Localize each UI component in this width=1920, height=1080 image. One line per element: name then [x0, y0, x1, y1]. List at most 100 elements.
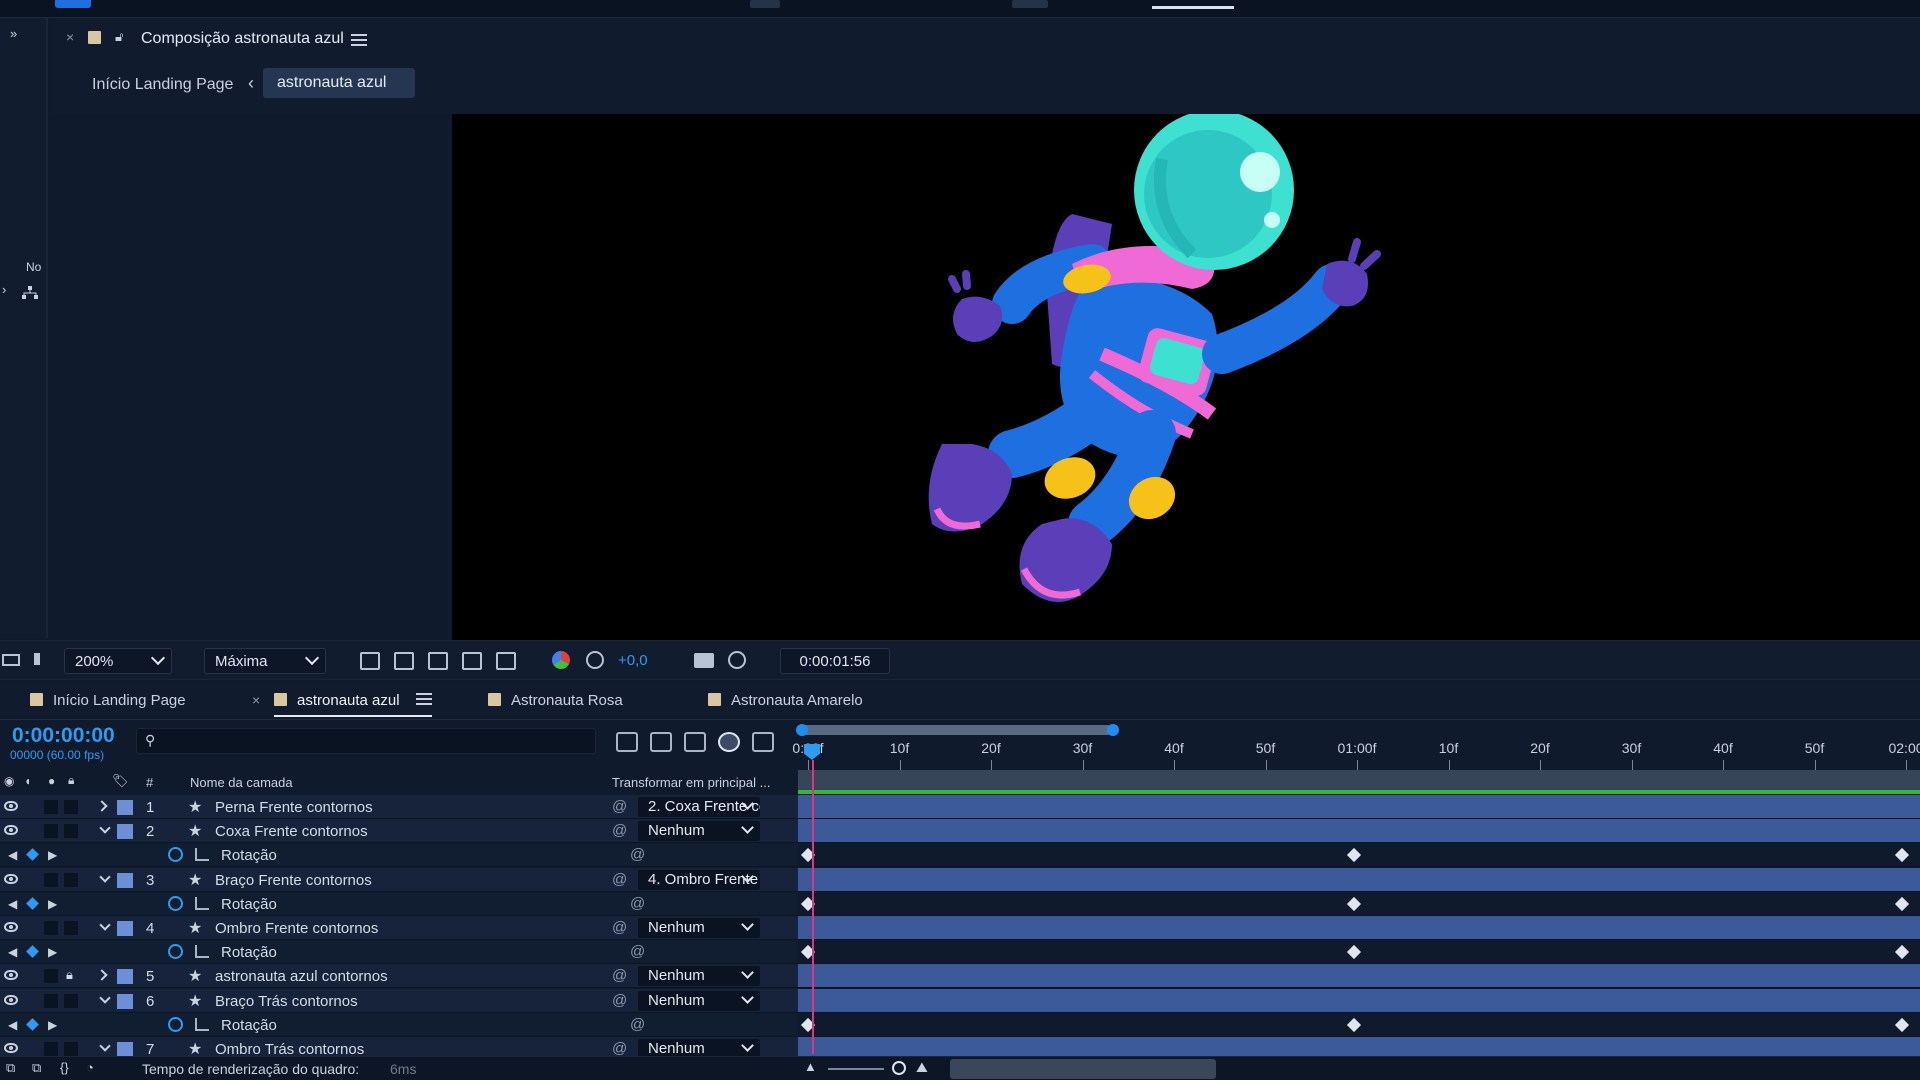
property-row[interactable]: ◀ ▶ Rotação @ — [0, 940, 798, 965]
next-keyframe-icon[interactable]: ▶ — [48, 1018, 57, 1032]
property-row[interactable]: ◀ ▶ Rotação @ — [0, 1012, 798, 1037]
label-color-swatch[interactable] — [117, 969, 133, 985]
snapshot-icon[interactable] — [2, 654, 20, 666]
layer-duration-bar[interactable] — [798, 795, 1920, 819]
keyframe[interactable] — [1346, 945, 1362, 960]
solo-switch[interactable] — [44, 993, 58, 1008]
layer-name[interactable]: Ombro Frente contornos — [215, 920, 378, 937]
label-color-swatch[interactable] — [117, 800, 133, 815]
layer-name[interactable]: Braço Trás contornos — [215, 993, 358, 1010]
add-keyframe-icon[interactable] — [26, 896, 39, 910]
mask-visibility-icon[interactable] — [428, 652, 448, 670]
number-column-header[interactable]: # — [146, 775, 153, 790]
chevron-down-icon[interactable] — [99, 919, 111, 931]
comp-mini-flowchart-icon[interactable] — [616, 732, 638, 752]
breadcrumb-active[interactable]: astronauta azul — [263, 68, 415, 98]
property-track[interactable] — [798, 1012, 1920, 1037]
tab-menu-icon[interactable] — [415, 693, 432, 705]
label-color-swatch[interactable] — [117, 993, 133, 1009]
add-keyframe-icon[interactable] — [26, 848, 39, 862]
selection-tool-button[interactable] — [55, 0, 91, 8]
panel-menu-icon[interactable] — [351, 34, 367, 46]
label-color-swatch[interactable] — [117, 824, 133, 840]
pick-whip-icon[interactable]: @ — [612, 967, 627, 984]
zoom-dropdown[interactable]: 200% — [64, 648, 172, 674]
breadcrumb-item[interactable]: Início Landing Page — [92, 76, 233, 94]
lock-icon[interactable]: 🔒︎ — [66, 967, 73, 983]
layer-row[interactable]: 🔒︎ 5 ★ astronauta azul contornos @ Nenhum — [0, 964, 798, 989]
transfer-controls-icon[interactable]: ⧉ — [32, 1060, 41, 1076]
pick-whip-icon[interactable]: @ — [630, 846, 645, 863]
zoom-in-icon[interactable]: ⛰︎ — [916, 1059, 928, 1076]
expand-panels-icon[interactable]: » — [10, 26, 17, 41]
keyframe[interactable] — [1346, 1017, 1362, 1032]
pick-whip-icon[interactable]: @ — [630, 895, 645, 912]
parent-dropdown[interactable]: Nenhum — [638, 966, 760, 987]
graph-icon[interactable] — [195, 848, 209, 862]
lock-switch[interactable] — [64, 872, 78, 887]
region-of-interest-icon[interactable] — [462, 652, 482, 670]
next-keyframe-icon[interactable]: ▶ — [48, 945, 57, 959]
graph-editor-icon[interactable] — [752, 732, 774, 752]
property-track[interactable] — [798, 891, 1920, 916]
chevron-down-icon[interactable] — [99, 870, 111, 883]
close-tab-icon[interactable]: × — [252, 692, 260, 708]
solo-switch[interactable] — [44, 824, 58, 839]
stopwatch-icon[interactable] — [168, 944, 183, 960]
layer-name[interactable]: Perna Frente contornos — [215, 799, 373, 816]
prev-keyframe-icon[interactable]: ◀ — [8, 945, 17, 959]
parent-dropdown[interactable]: Nenhum — [638, 821, 760, 842]
layer-name[interactable]: Braço Frente contornos — [215, 872, 372, 889]
chevron-right-icon[interactable] — [96, 800, 108, 812]
timeline-tab-active[interactable]: astronauta azul — [274, 692, 432, 717]
layer-row[interactable]: 2 ★ Coxa Frente contornos @ Nenhum — [0, 819, 798, 844]
layer-row[interactable]: 1 ★ Perna Frente contornos @2. Coxa Frente … — [0, 795, 798, 819]
time-ruler[interactable]: 0:00f10f20f30f40f50f01:00f10f20f30f40f50… — [792, 720, 1920, 770]
lock-switch[interactable] — [64, 921, 78, 935]
layer-row[interactable]: 4 ★ Ombro Frente contornos @ Nenhum — [0, 916, 798, 940]
lock-switch[interactable] — [64, 1042, 78, 1056]
layer-name[interactable]: astronauta azul contornos — [215, 968, 388, 985]
add-keyframe-icon[interactable] — [26, 945, 39, 959]
toolbar-button[interactable] — [1012, 0, 1048, 8]
pick-whip-icon[interactable]: @ — [612, 798, 627, 815]
label-column-icon[interactable]: 🏷︎ — [112, 773, 129, 789]
layer-duration-bar[interactable] — [798, 916, 1920, 940]
next-keyframe-icon[interactable]: ▶ — [48, 848, 57, 862]
reset-exposure-icon[interactable] — [586, 651, 604, 669]
pick-whip-icon[interactable]: @ — [630, 1016, 645, 1033]
chevron-right-icon[interactable] — [96, 969, 108, 982]
stopwatch-icon[interactable] — [168, 847, 183, 863]
in-out-icon[interactable]: {} — [60, 1060, 69, 1075]
solo-switch[interactable] — [44, 921, 58, 935]
keyframe[interactable] — [1894, 896, 1910, 911]
pick-whip-icon[interactable]: @ — [612, 1040, 627, 1057]
show-snapshot-icon[interactable] — [728, 651, 746, 669]
layer-duration-bar[interactable] — [798, 819, 1920, 844]
solo-switch[interactable] — [44, 800, 58, 814]
toolbar-button[interactable] — [750, 0, 780, 8]
color-channels-icon[interactable] — [552, 651, 570, 669]
lock-switch[interactable] — [64, 800, 78, 814]
solo-column-icon[interactable]: ● — [48, 774, 55, 788]
parent-dropdown[interactable]: Nenhum — [638, 990, 760, 1011]
prev-keyframe-icon[interactable]: ◀ — [8, 1018, 17, 1032]
solo-switch[interactable] — [44, 872, 58, 887]
zoom-out-icon[interactable]: ▲ — [804, 1059, 817, 1074]
layer-name-column-header[interactable]: Nome da camada — [190, 775, 293, 790]
fast-preview-icon[interactable] — [360, 652, 380, 670]
composition-viewer[interactable] — [452, 114, 1920, 640]
lock-icon[interactable]: 🔓︎ — [115, 29, 123, 45]
keyframe[interactable] — [1346, 848, 1362, 863]
visibility-eye-icon[interactable] — [4, 801, 18, 811]
visibility-eye-icon[interactable] — [4, 970, 18, 981]
chevron-down-icon[interactable] — [99, 822, 111, 834]
pick-whip-icon[interactable]: @ — [612, 992, 627, 1009]
graph-icon[interactable] — [195, 945, 209, 959]
preview-icon[interactable] — [34, 653, 40, 665]
keyframe[interactable] — [1894, 945, 1910, 960]
layer-search-input[interactable]: ⚲ — [136, 728, 596, 754]
prev-keyframe-icon[interactable]: ◀ — [8, 848, 17, 862]
label-color-swatch[interactable] — [117, 1042, 133, 1057]
pick-whip-icon[interactable]: @ — [612, 822, 627, 839]
